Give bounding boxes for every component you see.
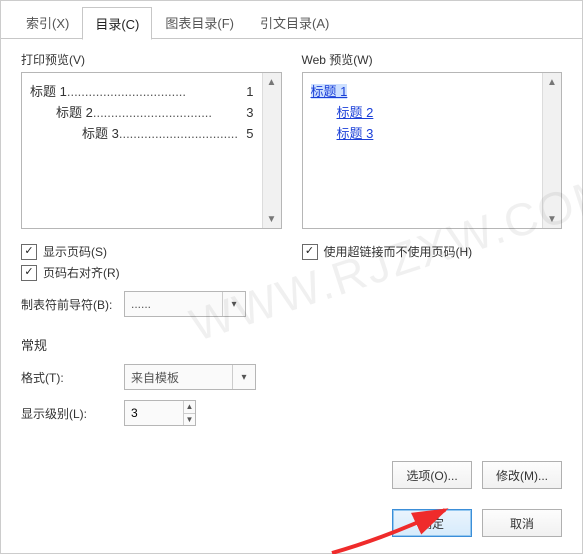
tab-toc[interactable]: 目录(C) [82, 7, 152, 40]
toc-leader: ................................. [119, 126, 242, 141]
tab-leader-label: 制表符前导符(B): [21, 296, 116, 313]
toc-page: 3 [242, 105, 253, 120]
tab-index[interactable]: 索引(X) [13, 6, 82, 39]
toc-dialog: 索引(X) 目录(C) 图表目录(F) 引文目录(A) 打印预览(V) 标题 1… [0, 0, 583, 554]
format-label: 格式(T): [21, 369, 116, 386]
toc-page: 5 [242, 126, 253, 141]
chevron-down-icon: ▾ [222, 292, 245, 316]
checkbox-icon: ✓ [21, 265, 37, 281]
web-preview-body: 标题 1 标题 2 标题 3 [303, 73, 543, 228]
right-align-label: 页码右对齐(R) [43, 264, 120, 281]
print-preview-label: 打印预览(V) [21, 51, 282, 68]
format-combo[interactable]: 来自模板 ▾ [124, 364, 256, 390]
use-hyperlinks-checkbox[interactable]: ✓ 使用超链接而不使用页码(H) [302, 243, 563, 260]
tab-citations[interactable]: 引文目录(A) [247, 6, 342, 39]
toc-line: 标题 3.................................5 [30, 123, 254, 142]
toc-text: 标题 1 [30, 81, 67, 100]
checkbox-icon: ✓ [21, 244, 37, 260]
show-levels-label: 显示级别(L): [21, 405, 116, 422]
web-preview-box: 标题 1 标题 2 标题 3 ▲ ▼ [302, 72, 563, 229]
web-preview-link[interactable]: 标题 3 [337, 126, 374, 141]
checkbox-icon: ✓ [302, 244, 318, 260]
scroll-up-icon[interactable]: ▲ [263, 73, 281, 91]
tab-figures[interactable]: 图表目录(F) [152, 6, 247, 39]
options-button[interactable]: 选项(O)... [392, 461, 472, 489]
show-page-numbers-label: 显示页码(S) [43, 243, 107, 260]
toc-leader: ................................. [67, 84, 242, 99]
scroll-down-icon[interactable]: ▼ [263, 210, 281, 228]
ok-button[interactable]: 确定 [392, 509, 472, 537]
toc-leader: ................................. [93, 105, 242, 120]
web-preview-link[interactable]: 标题 1 [311, 84, 348, 99]
toc-text: 标题 2 [56, 102, 93, 121]
scroll-track[interactable] [543, 91, 561, 210]
show-page-numbers-checkbox[interactable]: ✓ 显示页码(S) [21, 243, 282, 260]
print-preview-box: 标题 1.................................1标题… [21, 72, 282, 229]
scroll-down-icon[interactable]: ▼ [543, 210, 561, 228]
toc-line: 标题 1.................................1 [30, 81, 254, 100]
print-preview-body: 标题 1.................................1标题… [22, 73, 262, 228]
modify-button[interactable]: 修改(M)... [482, 461, 562, 489]
chevron-down-icon: ▾ [232, 365, 255, 389]
scroll-track[interactable] [263, 91, 281, 210]
scroll-up-icon[interactable]: ▲ [543, 73, 561, 91]
general-section-label: 常规 [21, 335, 282, 354]
spin-up-icon[interactable]: ▲ [184, 401, 195, 413]
web-scrollbar[interactable]: ▲ ▼ [542, 73, 561, 228]
levels-stepper[interactable]: ▲ ▼ [124, 400, 196, 426]
use-hyperlinks-label: 使用超链接而不使用页码(H) [324, 243, 473, 260]
web-preview-link[interactable]: 标题 2 [337, 105, 374, 120]
toc-text: 标题 3 [82, 123, 119, 142]
spinner: ▲ ▼ [183, 401, 195, 425]
spin-down-icon[interactable]: ▼ [184, 413, 195, 426]
web-preview-label: Web 预览(W) [302, 51, 563, 68]
print-scrollbar[interactable]: ▲ ▼ [262, 73, 281, 228]
tab-leader-combo[interactable]: ...... ▾ [124, 291, 246, 317]
levels-input[interactable] [125, 406, 183, 420]
cancel-button[interactable]: 取消 [482, 509, 562, 537]
toc-page: 1 [242, 84, 253, 99]
toc-line: 标题 2.................................3 [30, 102, 254, 121]
right-align-checkbox[interactable]: ✓ 页码右对齐(R) [21, 264, 282, 281]
format-value: 来自模板 [125, 369, 185, 386]
tab-leader-value: ...... [125, 297, 157, 311]
tab-strip: 索引(X) 目录(C) 图表目录(F) 引文目录(A) [1, 1, 582, 39]
